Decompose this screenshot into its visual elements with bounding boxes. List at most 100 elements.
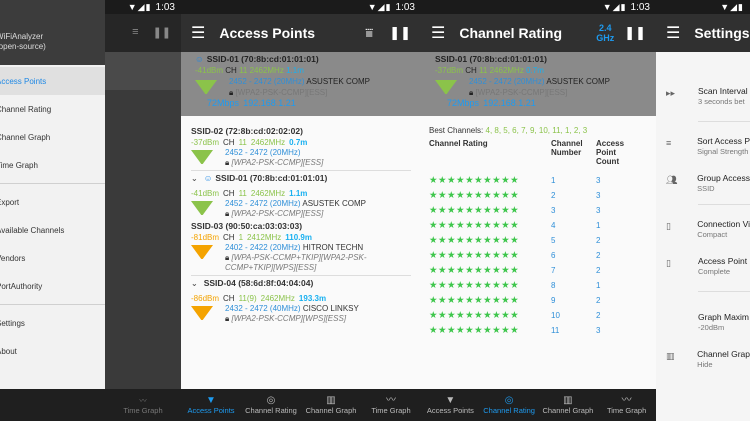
connected-frequency: 2462MHz	[489, 66, 524, 75]
channel-number: 8	[551, 281, 556, 290]
connected-access-point[interactable]: SSID-01 (70:8b:cd:01:01:01) -37dBm CH 11…	[421, 52, 656, 116]
channel-number: 4	[551, 221, 556, 230]
connected-dbm: -37dBm	[435, 66, 464, 75]
connected-ip: 192.168.1.21	[483, 98, 536, 108]
drawer-item-about[interactable]: About	[0, 337, 105, 365]
status-icons: ▼◢▮	[602, 1, 627, 12]
line-chart-icon: 〰	[386, 395, 396, 406]
drawer-item-port-authority[interactable]: PortAuthority	[0, 272, 105, 300]
drawer-item-access-points[interactable]: Access Points	[0, 67, 105, 95]
rating-stars: ★★★★★★★★★★	[429, 295, 520, 306]
list-item[interactable]: SSID-02 (72:8b:cd:02:02:02) -37dBm CH 11…	[191, 126, 411, 168]
channel-number: 1	[551, 176, 556, 185]
filter-icon[interactable]: ⩸	[365, 25, 373, 41]
fast-forward-icon: ▸▸	[666, 88, 676, 98]
drawer-item-settings[interactable]: Settings	[0, 309, 105, 337]
list-item[interactable]: ⌄ ☺ SSID-01 (70:8b:cd:01:01:01) -41dBm CH …	[191, 173, 411, 219]
connected-range: 2452 - 2472 (20MHz)	[469, 77, 545, 86]
status-time: 1:03	[155, 1, 175, 13]
menu-icon[interactable]: ☰	[191, 23, 205, 43]
connected-security: [WPA2-PSK-CCMP][ESS]	[475, 88, 568, 97]
setting-group-access-points[interactable]: 👥︎ Group Access SSID	[656, 173, 750, 194]
status-bar: ▼◢▮ 1:03	[421, 0, 656, 14]
channel-number: 3	[551, 206, 556, 215]
nav-channel-graph[interactable]: ▥ Channel Graph	[539, 389, 598, 421]
band-toggle[interactable]: 2.4 GHz	[596, 23, 614, 43]
ap-count: 3	[596, 206, 601, 215]
drawer-app-subtitle: (open-source)	[0, 42, 46, 51]
ap-vendor: CISCO LINKSY	[302, 304, 359, 313]
connected-distance: 1.1m	[286, 66, 304, 75]
ap-dbm: -86dBm	[191, 294, 220, 303]
nav-access-points[interactable]: ▼ Access Points	[181, 389, 241, 421]
nav-time-graph[interactable]: 〰 Time Graph	[597, 389, 656, 421]
menu-icon[interactable]: ☰	[431, 23, 445, 43]
setting-graph-maximum[interactable]: Graph Maxim -20dBm	[656, 312, 750, 333]
ap-range: 2402 - 2422 (20MHz)	[225, 243, 301, 252]
pause-icon: ❚❚	[152, 27, 171, 39]
setting-scan-interval[interactable]: ▸▸ Scan Interval 3 seconds bet	[656, 86, 750, 107]
drawer-item-time-graph[interactable]: Time Graph	[0, 151, 105, 179]
nav-channel-rating[interactable]: ◎ Channel Rating	[241, 389, 301, 421]
table-row: ★★★★★★★★★★ 11 3	[429, 323, 648, 338]
ap-vendor: HITRON TECHN	[302, 243, 364, 252]
connected-vendor: ASUSTEK COMP	[546, 77, 610, 86]
best-channels: Best Channels: 4, 8, 5, 6, 7, 9, 10, 11,…	[421, 116, 656, 139]
page-title: Access Points	[219, 25, 316, 41]
wifi-strength-icon	[191, 306, 213, 320]
pause-icon[interactable]: ❚❚	[389, 25, 411, 41]
nav-time-graph[interactable]: 〰 Time Graph	[361, 389, 421, 421]
rating-stars: ★★★★★★★★★★	[429, 220, 520, 231]
drawer-item-channel-graph[interactable]: Channel Graph	[0, 123, 105, 151]
settings-screen: ▼◢▮ ☰ Settings ▸▸ Scan Interval 3 seconds…	[656, 0, 750, 421]
table-row: ★★★★★★★★★★ 8 1	[429, 278, 648, 293]
setting-sort-access-points[interactable]: ≡ Sort Access P Signal Strength	[656, 136, 750, 157]
connected-access-point[interactable]: ☺ SSID-01 (70:8b:cd:01:01:01) -41dBm CH 1…	[181, 52, 421, 116]
ap-count: 2	[596, 236, 601, 245]
status-time: 1:03	[395, 1, 415, 13]
table-row: ★★★★★★★★★★ 3 3	[429, 203, 648, 218]
lock-icon: 🔒︎	[225, 158, 230, 167]
table-row: ★★★★★★★★★★ 1 3	[429, 173, 648, 188]
ap-count: 2	[596, 251, 601, 260]
ap-vendor: ASUSTEK COMP	[302, 199, 366, 208]
chevron-down-icon[interactable]: ⌄	[191, 278, 198, 289]
nav-channel-graph[interactable]: ▥ Channel Graph	[301, 389, 361, 421]
drawer-divider	[0, 304, 105, 305]
channel-number: 11	[551, 326, 560, 335]
sort-icon: ≡	[666, 138, 672, 148]
ap-title: SSID-03 (90:50:ca:03:03:03)	[191, 221, 303, 231]
ap-ch-label: CH	[223, 233, 235, 242]
chevron-down-icon[interactable]: ⌄	[191, 173, 198, 184]
setting-connection-view[interactable]: ▯ Connection Vi Compact	[656, 219, 750, 240]
pause-icon[interactable]: ❚❚	[624, 25, 646, 41]
ap-security-cont: CCMP+TKIP][WPS][ESS]	[225, 263, 317, 272]
status-icons: ▼◢▮	[720, 1, 744, 12]
nav-channel-rating[interactable]: ◎ Channel Rating	[480, 389, 539, 421]
drawer-item-available-channels[interactable]: Available Channels	[0, 216, 105, 244]
drawer-bottom-nav	[0, 389, 105, 421]
list-item[interactable]: SSID-03 (90:50:ca:03:03:03) -81dBm CH 1 …	[191, 221, 411, 273]
connected-distance: 0.7m	[526, 66, 544, 75]
drawer-item-export[interactable]: Export	[0, 188, 105, 216]
page-title: Channel Rating	[459, 25, 563, 41]
setting-access-point-view[interactable]: ▯ Access Point Complete	[656, 256, 750, 277]
background-nav-label: Time Graph	[123, 406, 163, 415]
drawer-item-vendors[interactable]: Vendors	[0, 244, 105, 272]
ap-title: SSID-04 (58:6d:8f:04:04:04)	[203, 278, 314, 288]
divider	[191, 170, 411, 171]
lock-icon: 🔒︎	[225, 253, 230, 262]
rating-stars: ★★★★★★★★★★	[429, 250, 520, 261]
list-item[interactable]: ⌄ SSID-04 (58:6d:8f:04:04:04) -86dBm CH 1…	[191, 278, 411, 324]
nav-access-points[interactable]: ▼ Access Points	[421, 389, 480, 421]
connected-ch-label: CH	[465, 66, 477, 75]
drawer-item-channel-rating[interactable]: Channel Rating	[0, 95, 105, 123]
setting-channel-graph[interactable]: ▥ Channel Grap Hide	[656, 349, 750, 370]
ap-channel: 11	[238, 189, 247, 198]
app-bar: ☰ Access Points ⩸ ❚❚	[181, 14, 421, 52]
connected-channel: 11	[239, 66, 248, 75]
connected-ssid: SSID-01 (70:8b:cd:01:01:01)	[206, 54, 319, 64]
table-header: Channel Rating Channel Number Access Poi…	[429, 139, 648, 173]
menu-icon[interactable]: ☰	[666, 23, 680, 43]
wifi-strength-icon	[195, 80, 217, 94]
